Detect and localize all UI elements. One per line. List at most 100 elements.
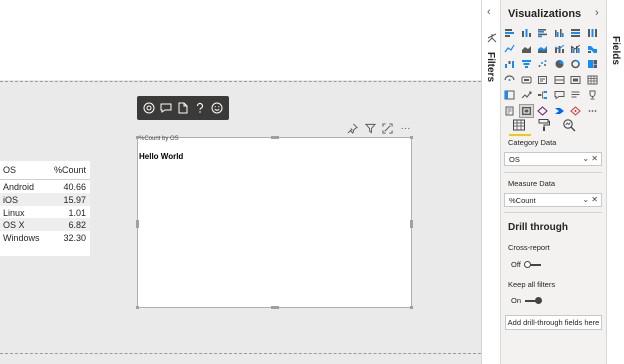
- pin-icon[interactable]: [346, 122, 359, 135]
- shape-map-icon[interactable]: [536, 74, 549, 86]
- filter-icon[interactable]: [364, 122, 377, 135]
- table-header: OS %Count: [0, 161, 90, 180]
- resize-handle-bottom-left[interactable]: [136, 306, 139, 309]
- line-and-column-chart-icon[interactable]: [553, 43, 566, 55]
- add-drill-through-fields-well[interactable]: Add drill-through fields here: [505, 315, 602, 330]
- keep-all-filters-toggle[interactable]: On: [511, 296, 543, 305]
- matrix-icon[interactable]: [503, 89, 516, 101]
- gauge-icon[interactable]: [569, 74, 582, 86]
- format-paint-roller-icon[interactable]: [534, 116, 554, 134]
- help-icon[interactable]: [193, 101, 207, 115]
- document-icon[interactable]: [176, 101, 190, 115]
- cell-os: Windows: [3, 233, 40, 244]
- resize-handle-bottom-right[interactable]: [410, 306, 413, 309]
- filters-pane-collapsed[interactable]: ‹ Filters: [481, 0, 500, 364]
- more-visuals-icon[interactable]: [586, 105, 599, 117]
- card-icon[interactable]: [586, 74, 599, 86]
- visual-content-text: Hello World: [139, 152, 184, 161]
- well-controls-icon[interactable]: ⌄ ✕: [582, 195, 598, 204]
- key-influencers-icon[interactable]: [586, 89, 599, 101]
- power-apps-icon[interactable]: [536, 105, 549, 117]
- custom-visual-icon[interactable]: [518, 103, 534, 118]
- azure-map-icon[interactable]: [553, 74, 566, 86]
- column-header-os[interactable]: OS: [3, 165, 16, 175]
- resize-handle-top-left[interactable]: [136, 136, 139, 139]
- resize-handle-left[interactable]: [136, 220, 139, 228]
- fields-pane-collapsed[interactable]: Fields: [606, 0, 624, 364]
- visual-type-gallery: [503, 27, 605, 119]
- cell-count: 1.01: [68, 207, 86, 218]
- treemap-icon[interactable]: [586, 58, 599, 70]
- pane-tabs: [509, 116, 579, 134]
- floating-toolbar: [137, 96, 229, 120]
- toggle-track[interactable]: [523, 260, 541, 268]
- visualizations-title: Visualizations: [508, 8, 582, 20]
- visual-title: %Count by OS: [139, 136, 179, 142]
- toggle-knob[interactable]: [535, 296, 543, 304]
- custom-visual[interactable]: %Count by OS Hello World: [136, 136, 413, 309]
- target-icon[interactable]: [142, 101, 156, 115]
- keep-all-filters-state: On: [511, 296, 522, 305]
- filled-map-icon[interactable]: [520, 74, 533, 86]
- ribbon-chart-icon[interactable]: [586, 43, 599, 55]
- resize-handle-right[interactable]: [410, 220, 413, 228]
- resize-handle-top-right[interactable]: [410, 136, 413, 139]
- analytics-magnifier-icon[interactable]: [559, 116, 579, 134]
- 100-stacked-column-chart-icon[interactable]: [586, 27, 599, 39]
- resize-handle-top[interactable]: [271, 136, 279, 139]
- scatter-chart-icon[interactable]: [536, 58, 549, 70]
- resize-handle-bottom[interactable]: [271, 306, 279, 309]
- focus-mode-icon[interactable]: [381, 122, 394, 135]
- qa-icon[interactable]: [553, 89, 566, 101]
- funnel-chart-icon[interactable]: [520, 58, 533, 70]
- toggle-track[interactable]: [525, 296, 543, 304]
- expand-chevron-icon[interactable]: ›: [595, 7, 599, 19]
- donut-chart-icon[interactable]: [569, 58, 582, 70]
- table-row: iOS 15.97: [0, 192, 90, 206]
- line-chart-icon[interactable]: [503, 43, 516, 55]
- clustered-bar-chart-icon[interactable]: [536, 27, 549, 39]
- collapse-chevron-icon[interactable]: ‹: [487, 6, 491, 18]
- section-divider: [504, 212, 602, 213]
- area-chart-icon[interactable]: [520, 43, 533, 55]
- drill-through-title: Drill through: [508, 222, 568, 233]
- filters-label: Filters: [485, 52, 496, 83]
- page-bottom-boundary: [0, 353, 481, 354]
- category-data-well[interactable]: OS ⌄ ✕: [504, 152, 602, 166]
- comment-icon[interactable]: [159, 101, 173, 115]
- section-divider: [504, 172, 602, 173]
- cell-os: Linux: [3, 207, 25, 218]
- smiley-icon[interactable]: [210, 101, 224, 115]
- well-controls-icon[interactable]: ⌄ ✕: [582, 154, 598, 163]
- diamond-visual-icon[interactable]: [569, 105, 582, 117]
- stacked-bar-chart-icon[interactable]: [503, 27, 516, 39]
- cross-report-state: Off: [511, 260, 521, 269]
- measure-data-well[interactable]: %Count ⌄ ✕: [504, 193, 602, 207]
- paginated-report-icon[interactable]: [503, 105, 516, 117]
- cross-report-toggle[interactable]: Off: [511, 260, 541, 269]
- stacked-column-chart-icon[interactable]: [520, 27, 533, 39]
- line-and-clustered-column-chart-icon[interactable]: [569, 43, 582, 55]
- more-options-icon[interactable]: ···: [399, 122, 412, 135]
- waterfall-chart-icon[interactable]: [503, 58, 516, 70]
- 100-stacked-bar-chart-icon[interactable]: [569, 27, 582, 39]
- kpi-icon[interactable]: [520, 89, 533, 101]
- map-icon[interactable]: [503, 74, 516, 86]
- column-header-count[interactable]: %Count: [54, 165, 86, 175]
- decomposition-tree-icon[interactable]: [536, 89, 549, 101]
- table-visual[interactable]: OS %Count Android 40.66 iOS 15.97 Linux …: [0, 161, 90, 256]
- cell-count: 32.30: [63, 233, 86, 244]
- clustered-column-chart-icon[interactable]: [553, 27, 566, 39]
- cross-report-label: Cross-report: [508, 243, 550, 252]
- stacked-area-chart-icon[interactable]: [536, 43, 549, 55]
- smart-narrative-icon[interactable]: [569, 89, 582, 101]
- power-automate-icon[interactable]: [553, 105, 566, 117]
- canvas-header-area: [0, 0, 481, 80]
- funnel-icon: [487, 33, 497, 43]
- measure-field-name: %Count: [509, 195, 536, 205]
- fields-label: Fields: [610, 36, 621, 65]
- cell-count: 6.82: [68, 220, 86, 231]
- pie-chart-icon[interactable]: [553, 58, 566, 70]
- fields-tab-icon[interactable]: [509, 116, 529, 134]
- toggle-knob[interactable]: [523, 260, 531, 268]
